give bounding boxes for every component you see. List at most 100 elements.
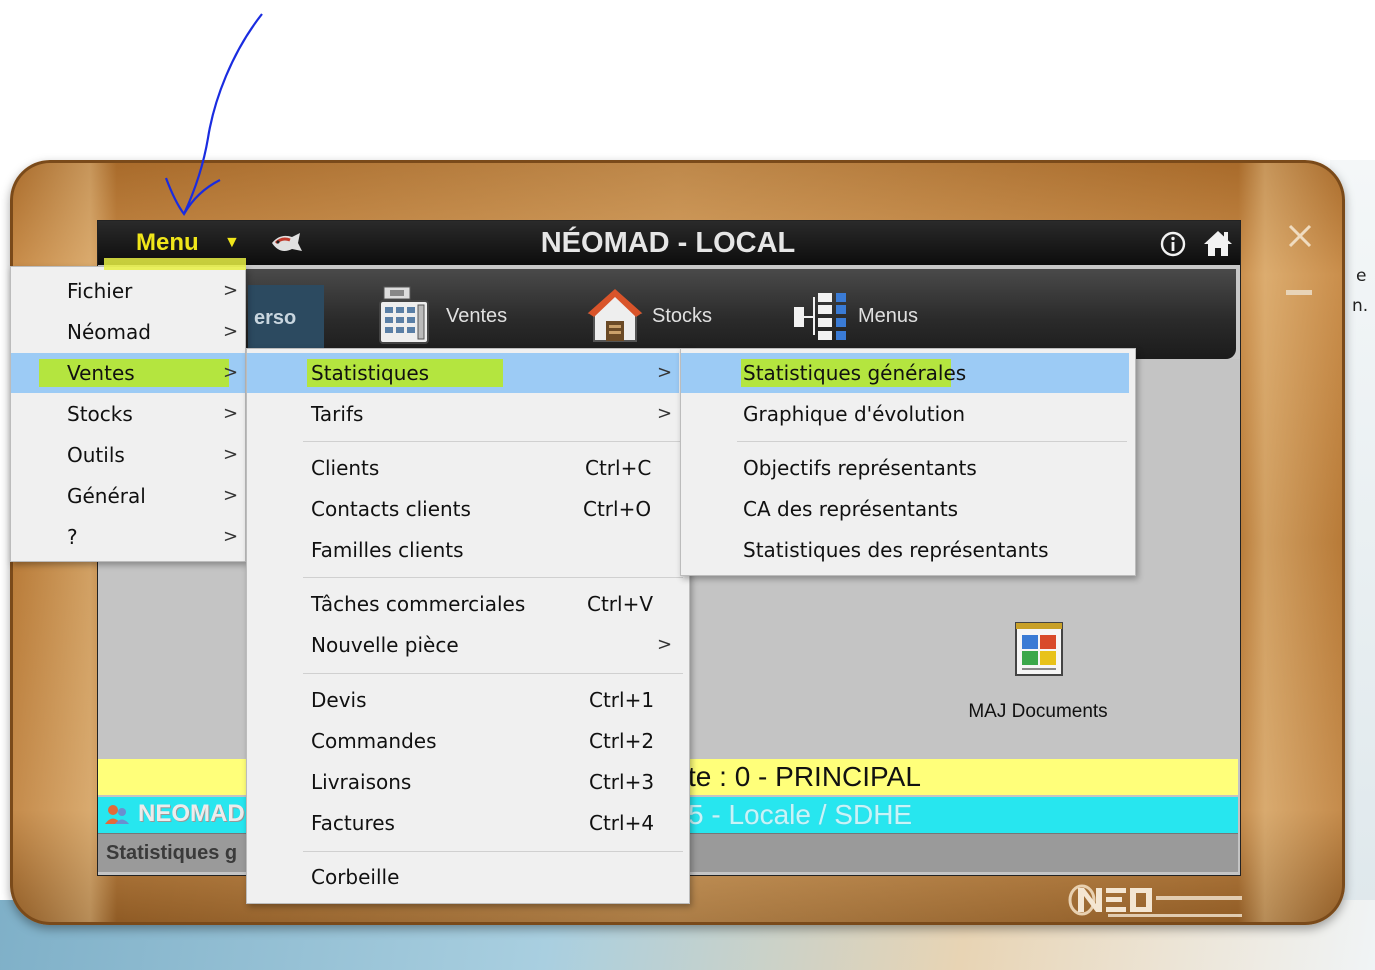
ventes-item-clients[interactable]: Clients Ctrl+C bbox=[247, 448, 679, 488]
background-text-2: n. bbox=[1352, 296, 1369, 316]
ventes-item-nouvelle-piece[interactable]: Nouvelle pièce > bbox=[247, 625, 679, 665]
neomad-text: NEOMAD bbox=[138, 800, 245, 827]
menu-item-label: Néomad bbox=[67, 320, 151, 344]
menu-button-highlighter bbox=[104, 258, 246, 270]
ventes-submenu: Statistiques > Tarifs > Clients Ctrl+C C… bbox=[246, 348, 690, 904]
stats-item-ca-representants[interactable]: CA des représentants bbox=[681, 489, 1129, 529]
info-icon[interactable] bbox=[1160, 231, 1186, 257]
neomad-user-label: NEOMAD bbox=[104, 799, 254, 829]
menu-item-label: Statistiques générales bbox=[743, 361, 967, 385]
menu-separator bbox=[303, 441, 683, 442]
menu-separator bbox=[737, 441, 1127, 442]
menu-item-label: Contacts clients bbox=[311, 497, 471, 521]
site-text: 5 - Locale / SDHE bbox=[688, 799, 913, 830]
menu-item-label: Objectifs représentants bbox=[743, 456, 977, 480]
main-menu-item-outils[interactable]: Outils > bbox=[11, 435, 245, 475]
chevron-right-icon: > bbox=[223, 280, 239, 301]
main-menu-item-stocks[interactable]: Stocks > bbox=[11, 394, 245, 434]
main-menu: Fichier > Néomad > Ventes > Stocks > Out… bbox=[10, 266, 246, 562]
chevron-down-icon: ▼ bbox=[224, 234, 240, 251]
fish-logo-icon[interactable] bbox=[270, 231, 304, 255]
menu-item-shortcut: Ctrl+V bbox=[587, 592, 654, 616]
main-menu-item-help[interactable]: ? > bbox=[11, 517, 245, 557]
ventes-item-tarifs[interactable]: Tarifs > bbox=[247, 394, 679, 434]
chevron-right-icon: > bbox=[223, 362, 239, 383]
close-icon[interactable] bbox=[1286, 222, 1314, 250]
stats-item-objectifs-representants[interactable]: Objectifs représentants bbox=[681, 448, 1129, 488]
background-text-1: e bbox=[1356, 266, 1367, 286]
menu-item-label: Statistiques des représentants bbox=[743, 538, 1049, 562]
maj-documents-shortcut[interactable]: MAJ Documents bbox=[948, 621, 1128, 731]
maj-documents-label: MAJ Documents bbox=[968, 701, 1108, 722]
tab-perso-label: erso bbox=[254, 307, 297, 329]
toolbar-ventes-label: Ventes bbox=[446, 305, 508, 327]
toolbar-ventes[interactable]: Ventes bbox=[376, 283, 526, 349]
tab-perso[interactable]: erso bbox=[248, 285, 324, 351]
chevron-right-icon: > bbox=[657, 362, 673, 383]
menu-item-label: Graphique d'évolution bbox=[743, 402, 966, 426]
menu-separator bbox=[303, 851, 683, 852]
menu-item-label: Ventes bbox=[67, 361, 135, 385]
title-bar: Menu ▼ NÉOMAD - LOCAL bbox=[98, 221, 1240, 265]
chevron-right-icon: > bbox=[657, 403, 673, 424]
toolbar-menus-label: Menus bbox=[858, 305, 919, 327]
home-icon[interactable] bbox=[1202, 229, 1234, 257]
menu-button[interactable]: Menu ▼ bbox=[118, 227, 258, 259]
menu-item-label: Stocks bbox=[67, 402, 133, 426]
chevron-right-icon: > bbox=[223, 321, 239, 342]
toolbar-stocks-label: Stocks bbox=[652, 305, 713, 327]
documents-update-icon bbox=[1015, 622, 1063, 676]
menu-tree-icon bbox=[794, 293, 846, 340]
toolbar-menus[interactable]: Menus bbox=[792, 283, 942, 349]
ventes-item-livraisons[interactable]: Livraisons Ctrl+3 bbox=[247, 762, 679, 802]
main-menu-item-fichier[interactable]: Fichier > bbox=[11, 271, 245, 311]
menu-item-label: Statistiques bbox=[311, 361, 430, 385]
ventes-item-familles-clients[interactable]: Familles clients bbox=[247, 530, 679, 570]
menu-button-label: Menu bbox=[136, 229, 199, 256]
menu-item-label: CA des représentants bbox=[743, 497, 959, 521]
stats-item-statistiques-representants[interactable]: Statistiques des représentants bbox=[681, 530, 1129, 570]
stats-item-graphique-evolution[interactable]: Graphique d'évolution bbox=[681, 394, 1129, 434]
stats-item-statistiques-generales[interactable]: Statistiques générales bbox=[681, 353, 1129, 393]
menu-item-shortcut: Ctrl+1 bbox=[589, 688, 655, 712]
menu-item-label: Général bbox=[67, 484, 146, 508]
menu-item-shortcut: Ctrl+3 bbox=[589, 770, 655, 794]
ventes-item-statistiques[interactable]: Statistiques > bbox=[247, 353, 679, 393]
chevron-right-icon: > bbox=[223, 403, 239, 424]
ventes-item-factures[interactable]: Factures Ctrl+4 bbox=[247, 803, 679, 843]
toolbar-stocks[interactable]: Stocks bbox=[586, 283, 736, 349]
menu-item-label: Fichier bbox=[67, 279, 133, 303]
menu-item-shortcut: Ctrl+O bbox=[583, 497, 652, 521]
main-menu-item-general[interactable]: Général > bbox=[11, 476, 245, 516]
chevron-right-icon: > bbox=[657, 634, 673, 655]
cash-register-icon bbox=[379, 286, 429, 344]
status-text: Statistiques g bbox=[106, 842, 238, 864]
minimize-button[interactable] bbox=[1286, 290, 1312, 295]
menu-item-label: Factures bbox=[311, 811, 395, 835]
menu-separator bbox=[303, 577, 683, 578]
statistiques-submenu: Statistiques générales Graphique d'évolu… bbox=[680, 348, 1136, 576]
ventes-item-corbeille[interactable]: Corbeille bbox=[247, 857, 679, 897]
menu-item-label: Nouvelle pièce bbox=[311, 633, 459, 657]
ventes-item-devis[interactable]: Devis Ctrl+1 bbox=[247, 680, 679, 720]
menu-item-shortcut: Ctrl+C bbox=[585, 456, 652, 480]
menu-item-label: Familles clients bbox=[311, 538, 464, 562]
main-menu-item-neomad[interactable]: Néomad > bbox=[11, 312, 245, 352]
menu-item-label: Tarifs bbox=[311, 402, 364, 426]
menu-item-label: Commandes bbox=[311, 729, 437, 753]
ventes-item-commandes[interactable]: Commandes Ctrl+2 bbox=[247, 721, 679, 761]
ventes-item-contacts-clients[interactable]: Contacts clients Ctrl+O bbox=[247, 489, 679, 529]
menu-item-label: Devis bbox=[311, 688, 367, 712]
menu-item-label: Corbeille bbox=[311, 865, 400, 889]
toolbar: erso Ventes Stocks Menus bbox=[98, 269, 1236, 359]
ventes-item-taches-commerciales[interactable]: Tâches commerciales Ctrl+V bbox=[247, 584, 679, 624]
menu-item-label: Outils bbox=[67, 443, 125, 467]
warehouse-icon bbox=[587, 289, 643, 342]
main-menu-item-ventes[interactable]: Ventes > bbox=[11, 353, 245, 393]
menu-item-label: ? bbox=[67, 525, 78, 549]
users-icon bbox=[105, 805, 129, 824]
neo-gestion-logo bbox=[1068, 884, 1242, 917]
menu-item-label: Livraisons bbox=[311, 770, 412, 794]
depot-text: te : 0 - PRINCIPAL bbox=[688, 761, 921, 792]
menu-item-label: Clients bbox=[311, 456, 380, 480]
